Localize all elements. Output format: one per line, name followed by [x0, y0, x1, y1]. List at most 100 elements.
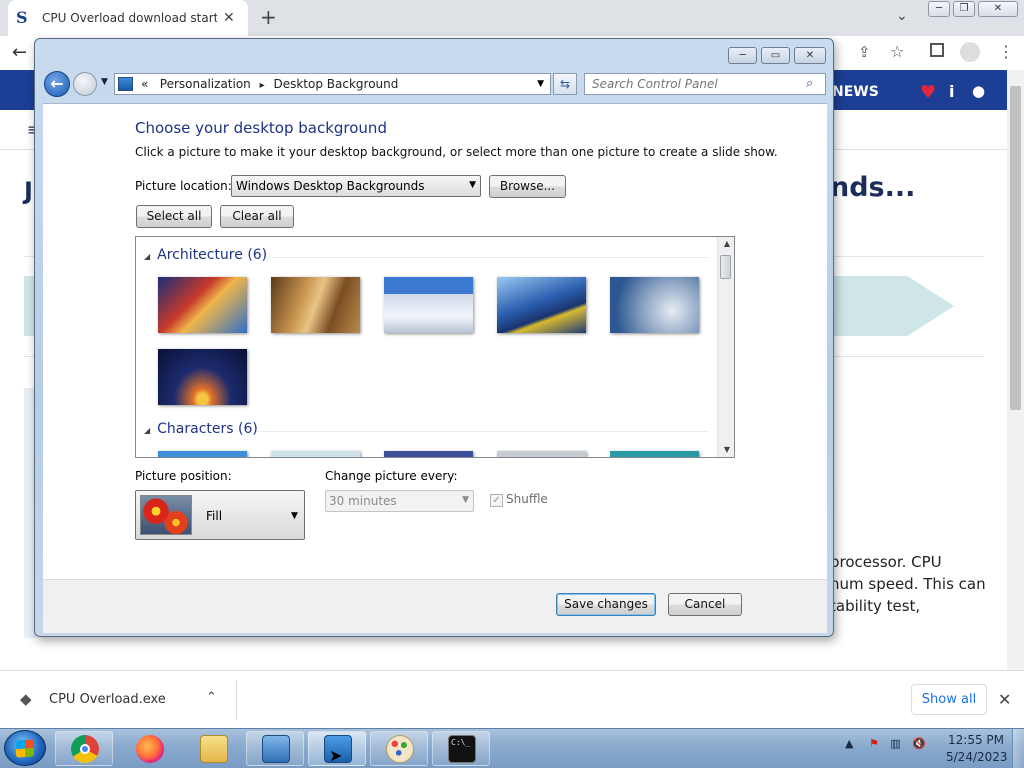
wallpaper-thumbnail[interactable] — [610, 451, 699, 457]
clock-date[interactable]: 5/24/2023 — [946, 750, 1008, 764]
breadcrumb-personalization[interactable]: Personalization — [160, 77, 251, 91]
wallpaper-thumbnail[interactable] — [384, 451, 473, 457]
close-download-bar-icon[interactable]: ✕ — [998, 690, 1011, 709]
desktop-background-window: ─ ▭ ✕ ← ▼ « Personalization ▸ Desktop Ba… — [34, 38, 834, 637]
wallpaper-thumbnail[interactable] — [497, 451, 586, 457]
wallpaper-gallery[interactable]: ◢ Architecture (6) ◢ Characters (6) ▲ ▼ — [135, 236, 735, 458]
group-header-characters[interactable]: ◢ Characters (6) — [144, 421, 258, 437]
group-divider — [256, 431, 708, 432]
start-button[interactable] — [4, 730, 46, 766]
wallpaper-thumbnail[interactable] — [610, 277, 699, 333]
cancel-button[interactable]: Cancel — [668, 593, 742, 616]
browse-button[interactable]: Browse... — [489, 175, 566, 198]
network-icon[interactable]: ▥ — [890, 737, 900, 750]
site-nav-news[interactable]: NEWS — [832, 84, 879, 100]
heart-icon[interactable]: ♥ — [920, 82, 936, 103]
wallpaper-thumbnail[interactable] — [158, 349, 247, 405]
change-picture-interval-select[interactable]: 30 minutes ▼ — [325, 490, 474, 512]
mouse-cursor-icon: ➤ — [329, 746, 343, 765]
show-all-downloads-button[interactable]: Show all — [911, 684, 987, 715]
action-center-flag-icon[interactable]: ⚑ — [869, 737, 879, 750]
search-input[interactable] — [584, 73, 826, 95]
picture-position-label: Picture position: — [135, 469, 232, 483]
nav-back-button[interactable]: ← — [44, 71, 70, 97]
volume-muted-icon[interactable]: 🔇 — [912, 737, 926, 750]
breadcrumb-prefix[interactable]: « — [141, 77, 148, 91]
new-tab-button[interactable]: + — [260, 5, 277, 29]
browser-menu-icon[interactable]: ⋮ — [998, 42, 1014, 61]
download-options-chevron-icon[interactable]: ⌃ — [206, 690, 217, 705]
dropdown-arrow-icon: ▼ — [469, 180, 476, 190]
breadcrumb-desktop-background[interactable]: Desktop Background — [273, 77, 398, 91]
browser-minimize-button[interactable]: ─ — [928, 1, 950, 17]
collapse-triangle-icon[interactable]: ◢ — [144, 252, 150, 261]
firefox-icon — [136, 735, 164, 763]
tab-close-icon[interactable]: ✕ — [223, 10, 235, 26]
side-panel-icon[interactable] — [930, 43, 944, 57]
tab-search-dropdown-icon[interactable]: ⌄ — [896, 8, 908, 24]
window-maximize-button[interactable]: ▭ — [761, 47, 790, 64]
taskbar-chrome[interactable] — [55, 731, 113, 766]
shuffle-label: Shuffle — [506, 492, 548, 506]
taskbar-file-explorer[interactable] — [184, 731, 242, 766]
download-file-name[interactable]: CPU Overload.exe — [49, 692, 166, 707]
picture-position-select[interactable]: Fill ▼ — [135, 490, 305, 540]
browser-close-button[interactable]: ✕ — [978, 1, 1018, 17]
chrome-icon-center — [80, 744, 90, 754]
heading-left-fragment-icon: J — [24, 177, 33, 205]
window-minimize-button[interactable]: ─ — [728, 47, 757, 64]
wallpaper-thumbnail[interactable] — [497, 277, 586, 333]
wallpaper-thumbnail[interactable] — [384, 277, 473, 333]
clear-all-button[interactable]: Clear all — [220, 205, 294, 228]
bookmark-star-icon[interactable]: ☆ — [890, 42, 904, 61]
taskbar-paint[interactable] — [370, 731, 428, 766]
profile-avatar-icon[interactable] — [960, 42, 980, 62]
scroll-down-arrow-icon[interactable]: ▼ — [724, 445, 730, 454]
page-description: Click a picture to make it your desktop … — [135, 145, 778, 159]
taskbar-control-panel[interactable]: ➤ — [308, 731, 366, 766]
picture-location-select[interactable]: Windows Desktop Backgrounds ▼ — [231, 175, 481, 197]
address-history-dropdown-icon[interactable]: ▼ — [537, 79, 544, 89]
gallery-scrollbar-thumb[interactable] — [720, 255, 731, 279]
control-panel-icon — [118, 77, 133, 91]
wallpaper-thumbnail[interactable] — [271, 277, 360, 333]
taskbar-firefox[interactable] — [120, 731, 178, 766]
info-icon[interactable]: i — [949, 82, 954, 101]
group-header-architecture[interactable]: ◢ Architecture (6) — [144, 247, 267, 263]
taskbar-command-prompt[interactable]: C:\_ — [432, 731, 490, 766]
wallpaper-thumbnail[interactable] — [158, 451, 247, 457]
article-heading: nds... — [830, 172, 916, 203]
refresh-button[interactable]: ⇆ — [553, 73, 577, 95]
folder-icon — [200, 735, 228, 763]
tab-title: CPU Overload download starting — [42, 11, 217, 25]
taskbar-picture-viewer[interactable] — [246, 731, 304, 766]
select-all-button[interactable]: Select all — [136, 205, 212, 228]
scroll-up-arrow-icon[interactable]: ▲ — [724, 239, 730, 248]
user-icon[interactable]: ● — [972, 82, 985, 100]
save-changes-button[interactable]: Save changes — [556, 593, 656, 616]
wallpaper-thumbnail[interactable] — [158, 277, 247, 333]
browser-back-icon[interactable]: ← — [12, 42, 27, 63]
site-favicon-icon: S — [16, 8, 28, 27]
nav-forward-button[interactable] — [73, 72, 97, 96]
browser-restore-button[interactable]: ❐ — [953, 1, 975, 17]
group-label: Architecture (6) — [157, 247, 268, 263]
show-hidden-icons-icon[interactable]: ▲ — [845, 737, 853, 750]
recent-pages-dropdown-icon[interactable]: ▼ — [101, 77, 108, 87]
browser-tab[interactable]: S CPU Overload download starting ✕ — [8, 0, 248, 36]
clock-time[interactable]: 12:55 PM — [948, 733, 1004, 747]
breadcrumb-separator-icon[interactable]: ▸ — [260, 80, 265, 91]
article-line: processor. CPU — [830, 553, 942, 571]
show-desktop-button[interactable] — [1012, 729, 1024, 768]
address-bar[interactable]: « Personalization ▸ Desktop Background ▼ — [114, 73, 551, 95]
search-icon[interactable]: ⌕ — [806, 76, 813, 91]
wallpaper-thumbnail[interactable] — [271, 451, 360, 457]
article-line: num speed. This can — [830, 575, 986, 593]
picture-location-value: Windows Desktop Backgrounds — [236, 179, 425, 193]
share-icon[interactable]: ⇪ — [858, 43, 871, 61]
group-divider — [268, 257, 708, 258]
page-scrollbar-thumb[interactable] — [1010, 86, 1021, 410]
shuffle-checkbox[interactable]: ✓ — [490, 494, 503, 507]
window-close-button[interactable]: ✕ — [794, 47, 826, 64]
collapse-triangle-icon[interactable]: ◢ — [144, 426, 150, 435]
